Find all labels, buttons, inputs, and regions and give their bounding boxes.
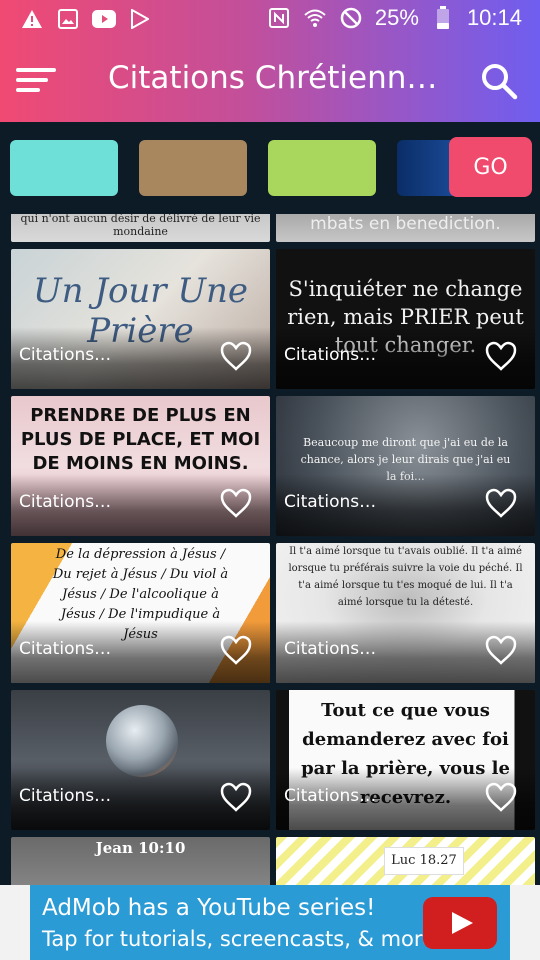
ad-banner-container: AdMob has a YouTube series! Tap for tuto…: [0, 885, 540, 960]
citation-card[interactable]: Tout ce que vous demanderez avec foi par…: [276, 690, 535, 830]
color-swatch-teal[interactable]: [10, 140, 118, 196]
citations-grid: qui n'ont aucun désir de délivré de leur…: [0, 214, 540, 886]
heart-icon[interactable]: [485, 782, 517, 812]
search-icon[interactable]: [480, 62, 518, 100]
status-bar: 25% 10:14: [0, 0, 540, 38]
citation-card[interactable]: qui n'ont aucun désir de délivré de leur…: [11, 214, 270, 242]
card-label: Citations…: [19, 639, 112, 659]
citation-card[interactable]: Beaucoup me diront que j'ai eu de la cha…: [276, 396, 535, 536]
toolbar: Citations Chrétienne…: [0, 48, 540, 112]
card-label: Citations…: [19, 345, 112, 365]
citation-card[interactable]: Luc 18.27: [276, 837, 535, 886]
card-text: qui n'ont aucun désir de délivré de leur…: [20, 214, 261, 238]
citation-card[interactable]: PRENDRE DE PLUS EN PLUS DE PLACE, ET MOI…: [11, 396, 270, 536]
heart-icon[interactable]: [220, 341, 252, 371]
card-label: Citations…: [284, 786, 377, 806]
youtube-icon: [92, 7, 116, 31]
citation-card[interactable]: Un Jour Une Prière Citations…: [11, 249, 270, 389]
card-label: Citations…: [19, 492, 112, 512]
app-header: 25% 10:14 Citations Chrétienne…: [0, 0, 540, 122]
heart-icon[interactable]: [220, 782, 252, 812]
color-swatch-green[interactable]: [268, 140, 376, 196]
page-title: Citations Chrétienne…: [108, 60, 448, 96]
menu-icon[interactable]: [16, 64, 56, 96]
citation-card[interactable]: S'inquiéter ne change rien, mais PRIER p…: [276, 249, 535, 389]
citation-card[interactable]: De la dépression à Jésus / Du rejet à Jé…: [11, 543, 270, 683]
clock: 10:14: [466, 5, 522, 30]
card-text: PRENDRE DE PLUS EN PLUS DE PLACE, ET MOI…: [20, 405, 261, 474]
card-text: mbats en benediction.: [310, 214, 501, 234]
card-label: Citations…: [284, 492, 377, 512]
ad-banner[interactable]: AdMob has a YouTube series! Tap for tuto…: [30, 885, 510, 960]
ad-subtext: Tap for tutorials, screencasts, & more.: [42, 927, 442, 951]
heart-icon[interactable]: [485, 341, 517, 371]
card-text: Luc 18.27: [391, 853, 457, 868]
card-label: Citations…: [284, 639, 377, 659]
play-store-icon: [128, 7, 152, 31]
wifi-icon: [303, 6, 327, 30]
card-label: Citations…: [284, 345, 377, 365]
go-button[interactable]: GO: [449, 137, 532, 197]
crystal-ball-image: [106, 705, 178, 777]
image-icon: [56, 7, 80, 31]
citation-card[interactable]: Jean 10:10: [11, 837, 270, 886]
youtube-logo-icon: [423, 897, 497, 949]
card-label: Citations…: [19, 786, 112, 806]
battery-icon: [431, 6, 455, 30]
do-not-disturb-icon: [339, 6, 363, 30]
heart-icon[interactable]: [485, 488, 517, 518]
card-text: Jean 10:10: [95, 839, 186, 857]
citation-card[interactable]: Citations…: [11, 690, 270, 830]
citation-card[interactable]: mbats en benediction.: [276, 214, 535, 242]
citation-card[interactable]: Il t'a aimé lorsque tu t'avais oublié. I…: [276, 543, 535, 683]
warning-icon: [20, 7, 44, 31]
nfc-icon: [267, 6, 291, 30]
heart-icon[interactable]: [485, 635, 517, 665]
heart-icon[interactable]: [220, 488, 252, 518]
card-text: Il t'a aimé lorsque tu t'avais oublié. I…: [288, 546, 523, 608]
color-swatch-tan[interactable]: [139, 140, 247, 196]
ad-headline: AdMob has a YouTube series!: [42, 895, 376, 921]
heart-icon[interactable]: [220, 635, 252, 665]
battery-percent: 25%: [374, 5, 419, 30]
